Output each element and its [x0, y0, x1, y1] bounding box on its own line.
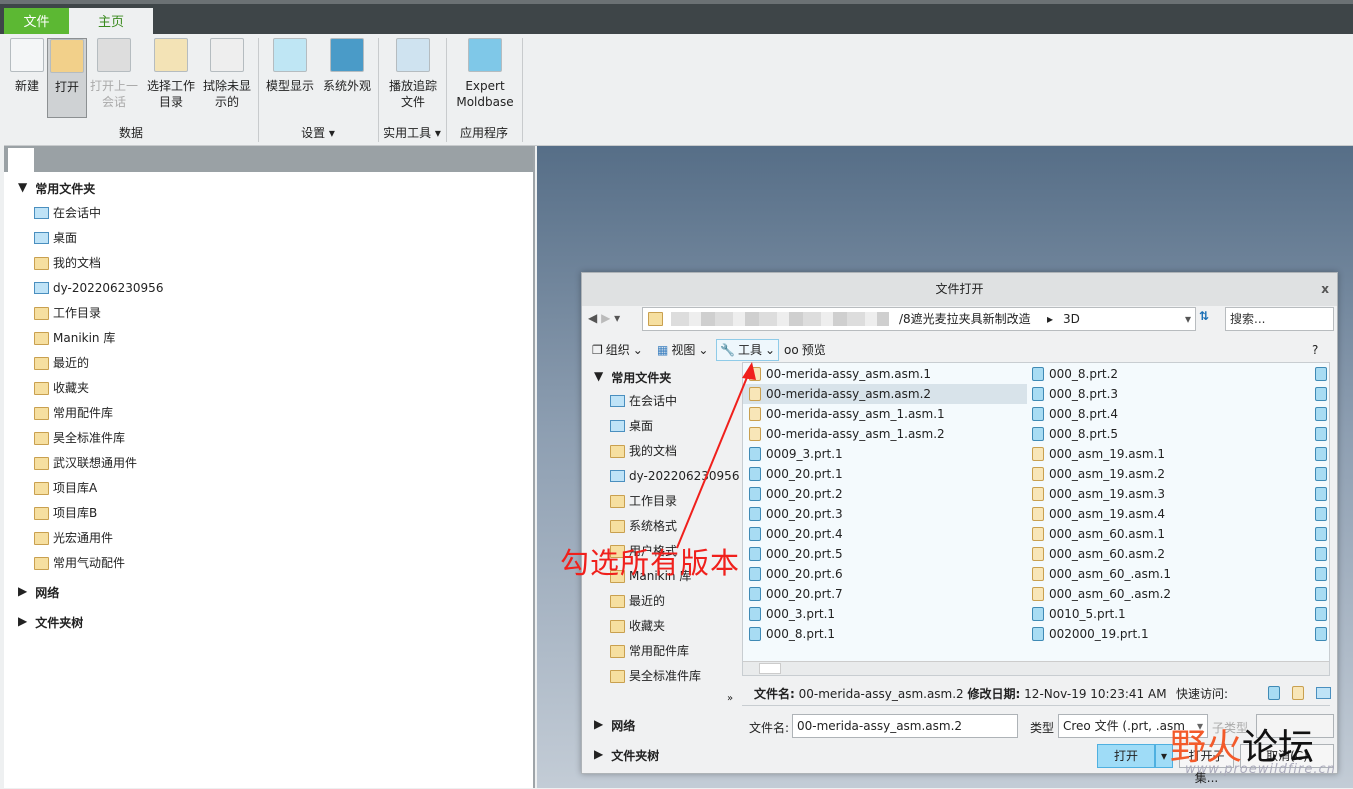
- annotation-text: 勾选所有版本: [560, 546, 741, 580]
- watermark-url: www.proewildfire.cn: [1185, 762, 1336, 777]
- annotation-arrow: [676, 362, 756, 549]
